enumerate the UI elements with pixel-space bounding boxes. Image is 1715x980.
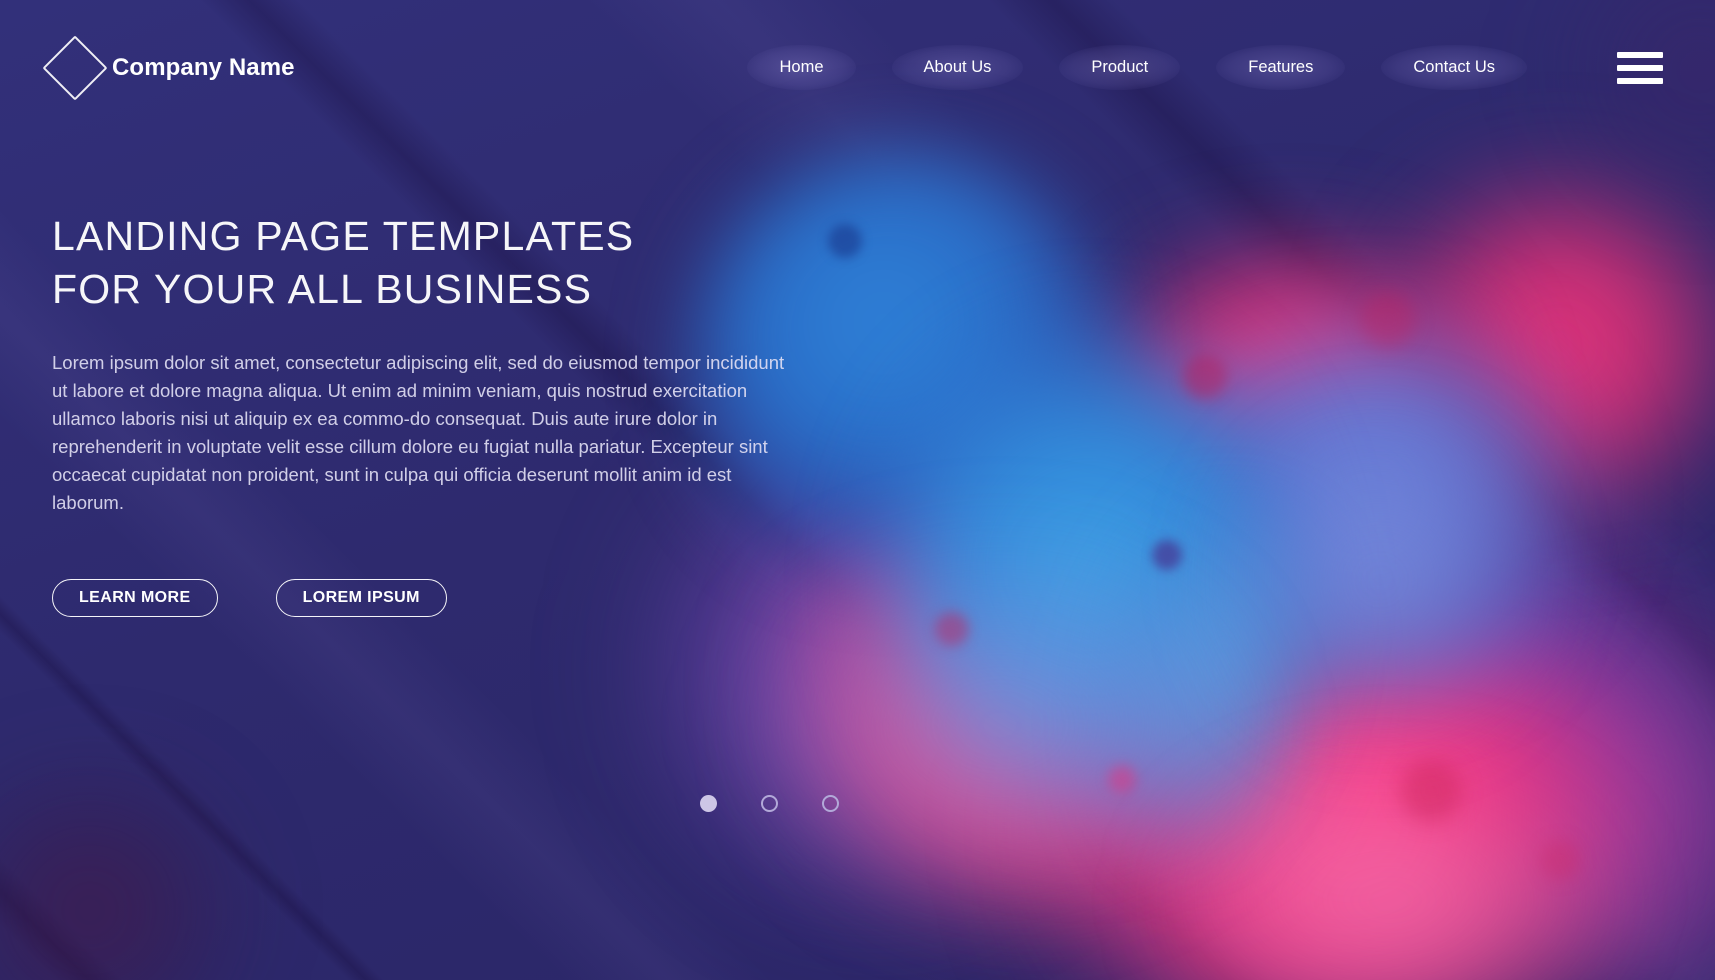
mesh-dot-accent bbox=[1152, 540, 1182, 570]
lorem-ipsum-button[interactable]: LOREM IPSUM bbox=[275, 579, 447, 618]
carousel-pagination bbox=[700, 795, 839, 812]
main-navigation: Home About Us Product Features Contact U… bbox=[729, 45, 1663, 90]
carousel-dot-3[interactable] bbox=[822, 795, 839, 812]
site-header: Company Name Home About Us Product Featu… bbox=[0, 0, 1715, 135]
hero-content: LANDING PAGE TEMPLATES FOR YOUR ALL BUSI… bbox=[52, 210, 852, 618]
mesh-dot-accent bbox=[1183, 355, 1227, 399]
hero-title-line-2: FOR YOUR ALL BUSINESS bbox=[52, 266, 593, 313]
mesh-dot-accent bbox=[1108, 765, 1136, 793]
nav-item-home[interactable]: Home bbox=[747, 45, 856, 90]
hero-title-line-1: LANDING PAGE TEMPLATES bbox=[52, 213, 635, 259]
nav-item-about-us[interactable]: About Us bbox=[891, 45, 1024, 90]
hamburger-bar bbox=[1617, 51, 1663, 58]
carousel-dot-1[interactable] bbox=[700, 795, 717, 812]
hero-title: LANDING PAGE TEMPLATES FOR YOUR ALL BUSI… bbox=[52, 210, 852, 317]
hamburger-bar bbox=[1617, 77, 1663, 84]
hamburger-bar bbox=[1617, 64, 1663, 71]
gradient-blob-cyan bbox=[1230, 430, 1530, 730]
carousel-dot-2[interactable] bbox=[761, 795, 778, 812]
hamburger-menu-icon[interactable] bbox=[1617, 51, 1663, 84]
gradient-blob-dark bbox=[0, 770, 240, 980]
landing-page-hero: Company Name Home About Us Product Featu… bbox=[0, 0, 1715, 980]
mesh-dot-accent bbox=[1400, 760, 1462, 822]
mesh-dot-accent bbox=[1360, 292, 1416, 348]
nav-item-features[interactable]: Features bbox=[1216, 45, 1346, 90]
mesh-dot-accent bbox=[935, 612, 969, 646]
nav-item-product[interactable]: Product bbox=[1059, 45, 1181, 90]
hero-description: Lorem ipsum dolor sit amet, consectetur … bbox=[52, 351, 785, 514]
brand-logo-group[interactable]: Company Name bbox=[42, 34, 295, 101]
brand-name: Company Name bbox=[112, 53, 295, 81]
mesh-dot-accent bbox=[1540, 840, 1580, 880]
hero-action-buttons: LEARN MORE LOREM IPSUM bbox=[52, 579, 852, 618]
learn-more-button[interactable]: LEARN MORE bbox=[52, 579, 218, 618]
nav-item-contact-us[interactable]: Contact Us bbox=[1381, 45, 1527, 90]
diamond-outline-icon bbox=[42, 34, 108, 101]
